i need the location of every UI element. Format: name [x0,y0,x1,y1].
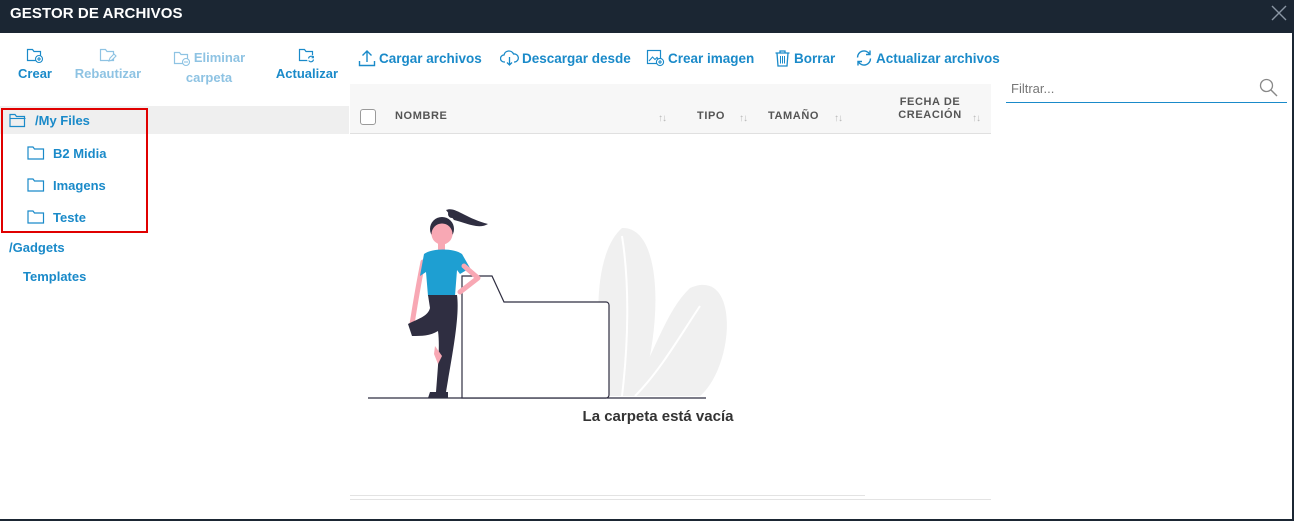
column-header-size[interactable]: TAMAÑO [768,110,819,122]
upload-files-button[interactable]: Cargar archivos [358,48,482,68]
trash-icon [775,50,790,67]
folder-remove-icon [173,51,190,66]
search-icon[interactable] [1259,78,1278,97]
folder-add-icon [26,48,44,64]
tree-item-gadgets[interactable]: /Gadgets [0,239,149,257]
delete-folder-label-line1: Eliminar [193,50,246,65]
window-title: GESTOR DE ARCHIVOS [10,5,183,22]
column-header-type[interactable]: TIPO [697,110,725,122]
sort-name-icon[interactable]: ↑↓ [658,113,667,124]
tree-item-label: Templates [23,269,87,284]
column-header-date-line1: FECHA DE [899,96,961,108]
grid-footer-divider [350,495,865,496]
delete-folder-button[interactable]: Eliminar carpeta [168,48,250,88]
image-add-icon [646,49,665,67]
grid-footer-divider [350,499,991,500]
sort-type-icon[interactable]: ↑↓ [739,113,748,124]
column-header-date-line2: CREACIÓN [898,109,962,121]
column-header-name[interactable]: NOMBRE [395,110,448,122]
empty-folder-message: La carpeta está vacía [582,408,734,425]
filter-input[interactable] [1006,77,1246,99]
create-image-button[interactable]: Crear imagen [646,48,754,68]
filter-box [1006,74,1287,103]
create-image-label: Crear imagen [668,50,755,66]
delete-files-label: Borrar [794,50,836,66]
create-folder-button[interactable]: Crear [15,47,55,84]
sort-size-icon[interactable]: ↑↓ [834,113,843,124]
refresh-icon [856,50,872,66]
refresh-folders-button[interactable]: Actualizar [272,47,342,84]
rename-folder-label: Rebautizar [74,66,142,81]
delete-files-button[interactable]: Borrar [774,48,835,68]
sort-date-icon[interactable]: ↑↓ [972,113,981,124]
refresh-files-button[interactable]: Actualizar archivos [855,48,1000,68]
tree-item-templates[interactable]: Templates [0,268,149,286]
tree-item-label: /Gadgets [9,240,65,255]
refresh-files-label: Actualizar archivos [876,50,1000,66]
select-all-checkbox[interactable] [360,109,376,125]
upload-icon [358,50,376,67]
folder-edit-icon [99,48,117,62]
highlight-annotation [1,108,148,233]
refresh-folders-label: Actualizar [275,66,339,81]
cloud-download-icon [500,50,519,66]
upload-files-label: Cargar archivos [379,50,482,66]
window-titlebar: GESTOR DE ARCHIVOS [0,0,1294,33]
folder-refresh-icon [298,48,315,63]
download-label: Descargar desde [522,50,631,66]
column-header-date[interactable]: FECHA DE CREACIÓN [890,96,970,122]
create-folder-label: Crear [18,66,52,81]
close-icon[interactable] [1270,4,1288,22]
delete-folder-label-line2: carpeta [185,70,233,85]
grid-header: NOMBRE ↑↓ TIPO ↑↓ TAMAÑO ↑↓ FECHA DE CRE… [350,84,991,134]
empty-folder-illustration [368,209,727,399]
rename-folder-button[interactable]: Rebautizar [72,47,144,84]
download-button[interactable]: Descargar desde [500,48,631,68]
